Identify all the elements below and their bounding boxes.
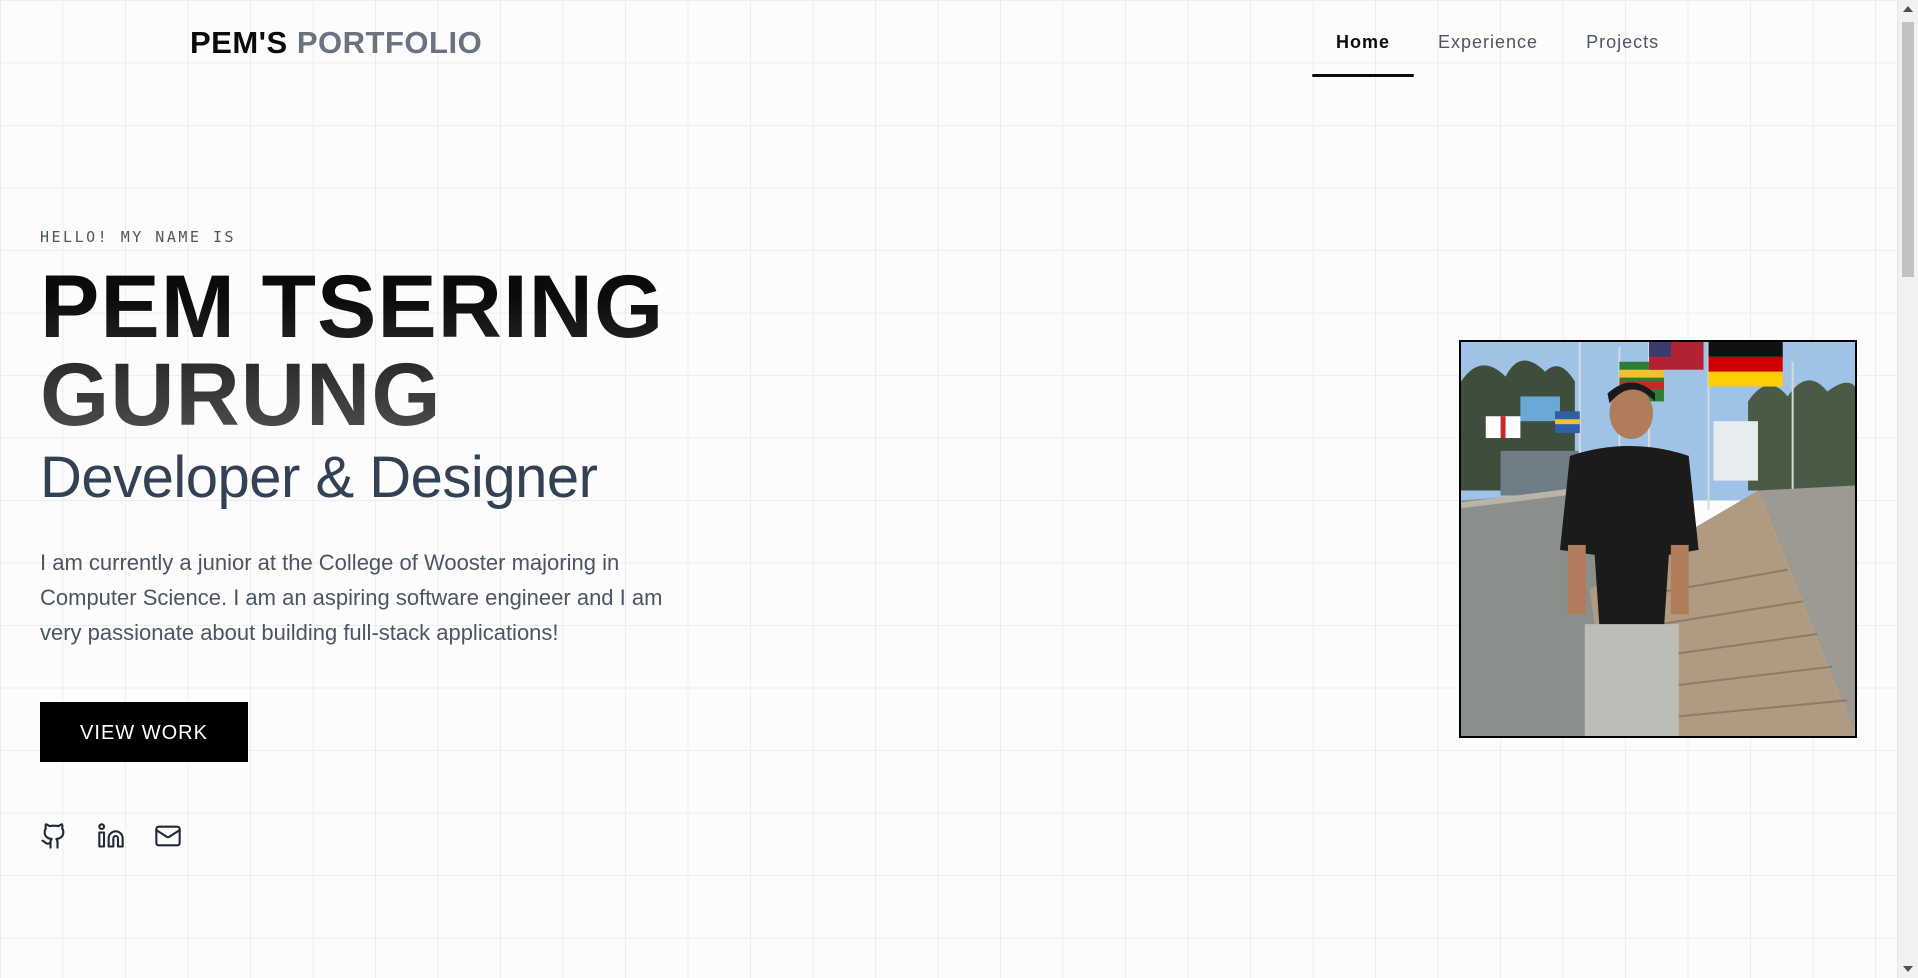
nav-home[interactable]: Home — [1312, 20, 1415, 77]
hero-greeting: HELLO! MY NAME IS — [40, 228, 237, 246]
nav-projects[interactable]: Projects — [1562, 20, 1683, 65]
github-icon — [41, 823, 65, 849]
portfolio-page: PEM'S PORTFOLIO Home Experience Projects… — [0, 0, 1918, 978]
linkedin-icon — [98, 823, 124, 848]
hero-role: Developer & Designer — [40, 445, 598, 510]
scroll-down-icon[interactable] — [1903, 966, 1913, 972]
mail-icon — [155, 825, 181, 847]
mail-link[interactable] — [154, 822, 182, 850]
scroll-up-icon[interactable] — [1903, 6, 1913, 12]
social-links — [40, 822, 182, 850]
brand-logo[interactable]: PEM'S PORTFOLIO — [190, 25, 482, 61]
hero-name-line1: PEM TSERING — [40, 256, 665, 356]
profile-photo — [1459, 340, 1857, 738]
view-work-button[interactable]: VIEW WORK — [40, 702, 248, 762]
page-scrollbar[interactable] — [1897, 0, 1918, 978]
hero-section: HELLO! MY NAME IS PEM TSERING GURUNG Dev… — [40, 228, 740, 762]
profile-photo-image — [1461, 342, 1855, 736]
github-link[interactable] — [40, 822, 68, 850]
hero-name: PEM TSERING GURUNG — [40, 262, 740, 438]
scroll-thumb[interactable] — [1902, 22, 1914, 277]
linkedin-link[interactable] — [97, 822, 125, 850]
nav-experience[interactable]: Experience — [1414, 20, 1562, 65]
site-header: PEM'S PORTFOLIO Home Experience Projects — [0, 0, 1898, 90]
brand-primary: PEM'S — [190, 25, 288, 60]
brand-accent: PORTFOLIO — [296, 25, 483, 60]
main-nav: Home Experience Projects — [1312, 20, 1683, 77]
hero-name-line2: GURUNG — [40, 344, 442, 444]
hero-bio: I am currently a junior at the College o… — [40, 550, 663, 645]
